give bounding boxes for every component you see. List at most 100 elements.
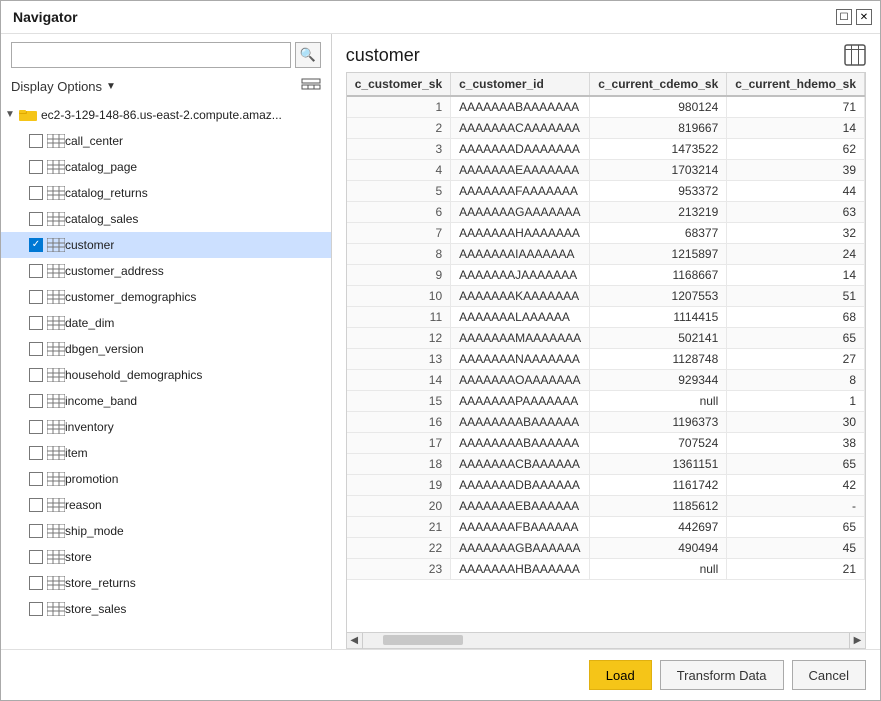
table-icon [47, 420, 65, 434]
table-body: 1AAAAAAABAAAAAAA980124712AAAAAAACAAAAAAA… [347, 96, 865, 580]
tree-item[interactable]: customer_address [1, 258, 331, 284]
tree-item[interactable]: call_center [1, 128, 331, 154]
table-row: 17AAAAAAAABAAAAAA70752438 [347, 433, 865, 454]
table-cell: AAAAAAAABAAAAAA [451, 412, 590, 433]
table-cell: 17 [347, 433, 451, 454]
tree-item-checkbox[interactable] [29, 446, 43, 460]
tree-item[interactable]: catalog_sales [1, 206, 331, 232]
tree-item[interactable]: promotion [1, 466, 331, 492]
horizontal-scrollbar[interactable]: ◀ ▶ [346, 633, 866, 649]
table-cell: 21 [727, 559, 865, 580]
tree-item-checkbox[interactable] [29, 394, 43, 408]
tree-item[interactable]: inventory [1, 414, 331, 440]
tree-item-checkbox[interactable] [29, 290, 43, 304]
table-view-icon[interactable] [301, 76, 321, 96]
tree-item-label: customer [65, 238, 114, 252]
table-cell: 4 [347, 160, 451, 181]
table-cell: 953372 [590, 181, 727, 202]
tree-item[interactable]: income_band [1, 388, 331, 414]
scroll-right-button[interactable]: ▶ [849, 633, 865, 649]
tree-item[interactable]: catalog_page [1, 154, 331, 180]
data-table: c_customer_sk c_customer_id c_current_cd… [347, 73, 865, 580]
table-row: 21AAAAAAAFBAAAAAA44269765 [347, 517, 865, 538]
table-icon [47, 160, 65, 174]
tree-item-checkbox[interactable] [29, 602, 43, 616]
tree-item[interactable]: date_dim [1, 310, 331, 336]
table-cell: AAAAAAADAAAAAAA [451, 139, 590, 160]
tree-item-checkbox[interactable] [29, 368, 43, 382]
tree-item-label: promotion [65, 472, 118, 486]
table-cell: AAAAAAAGBAAAAAA [451, 538, 590, 559]
table-cell: 502141 [590, 328, 727, 349]
table-row: 13AAAAAAANAAAAAAA112874827 [347, 349, 865, 370]
table-row: 9AAAAAAAJAAAAAAA116866714 [347, 265, 865, 286]
tree-item[interactable]: customer [1, 232, 331, 258]
tree-item-checkbox[interactable] [29, 498, 43, 512]
table-row: 3AAAAAAADAAAAAAA147352262 [347, 139, 865, 160]
tree-item[interactable]: store_sales [1, 596, 331, 622]
tree-item-checkbox[interactable] [29, 342, 43, 356]
table-cell: 45 [727, 538, 865, 559]
tree-item-checkbox[interactable] [29, 238, 43, 252]
tree-item-label: catalog_sales [65, 212, 138, 226]
tree-item-checkbox[interactable] [29, 472, 43, 486]
scroll-thumb[interactable] [383, 635, 463, 645]
tree-item[interactable]: reason [1, 492, 331, 518]
table-icon [47, 342, 65, 356]
tree-item-checkbox[interactable] [29, 316, 43, 330]
preview-icon[interactable] [844, 44, 866, 66]
tree-item-checkbox[interactable] [29, 134, 43, 148]
tree-item[interactable]: dbgen_version [1, 336, 331, 362]
table-cell: 62 [727, 139, 865, 160]
table-cell: 38 [727, 433, 865, 454]
tree-item[interactable]: customer_demographics [1, 284, 331, 310]
cancel-button[interactable]: Cancel [792, 660, 866, 690]
table-cell: AAAAAAABAAAAAAA [451, 96, 590, 118]
tree-item[interactable]: ship_mode [1, 518, 331, 544]
data-table-container[interactable]: c_customer_sk c_customer_id c_current_cd… [346, 72, 866, 633]
tree-item-checkbox[interactable] [29, 212, 43, 226]
table-cell: AAAAAAALAAAAAA [451, 307, 590, 328]
tree-item-label: date_dim [65, 316, 114, 330]
table-cell: 8 [347, 244, 451, 265]
search-button[interactable]: 🔍 [295, 42, 321, 68]
table-cell: 65 [727, 328, 865, 349]
table-row: 15AAAAAAAPAAAAAAAnull1 [347, 391, 865, 412]
scroll-left-button[interactable]: ◀ [347, 633, 363, 649]
table-cell: 12 [347, 328, 451, 349]
display-options-button[interactable]: Display Options ▼ [11, 79, 116, 94]
table-cell: AAAAAAANAAAAAAA [451, 349, 590, 370]
table-cell: 32 [727, 223, 865, 244]
window-controls: ☐ ✕ [836, 9, 872, 25]
tree-item-checkbox[interactable] [29, 264, 43, 278]
minimize-button[interactable]: ☐ [836, 9, 852, 25]
table-cell: 2 [347, 118, 451, 139]
tree-item[interactable]: store_returns [1, 570, 331, 596]
tree-item-checkbox[interactable] [29, 186, 43, 200]
search-input[interactable] [11, 42, 291, 68]
tree-item-checkbox[interactable] [29, 576, 43, 590]
tree-item-checkbox[interactable] [29, 550, 43, 564]
col-header-sk: c_customer_sk [347, 73, 451, 96]
tree-item-checkbox[interactable] [29, 160, 43, 174]
tree-item-checkbox[interactable] [29, 524, 43, 538]
table-cell: 39 [727, 160, 865, 181]
table-row: 10AAAAAAAKAAAAAAA120755351 [347, 286, 865, 307]
transform-data-button[interactable]: Transform Data [660, 660, 784, 690]
table-row: 20AAAAAAAEBAAAAAA1185612- [347, 496, 865, 517]
table-row: 23AAAAAAAHBAAAAAAnull21 [347, 559, 865, 580]
table-cell: 1 [347, 96, 451, 118]
tree-item[interactable]: store [1, 544, 331, 570]
tree-root[interactable]: ▼ ec2-3-129-148-86.us-east-2.compute.ama… [1, 102, 331, 128]
tree-item[interactable]: catalog_returns [1, 180, 331, 206]
table-cell: null [590, 559, 727, 580]
close-button[interactable]: ✕ [856, 9, 872, 25]
tree-item[interactable]: item [1, 440, 331, 466]
col-header-cdemo: c_current_cdemo_sk [590, 73, 727, 96]
table-cell: 1196373 [590, 412, 727, 433]
tree-item-checkbox[interactable] [29, 420, 43, 434]
table-row: 11AAAAAAALAAAAAA111441568 [347, 307, 865, 328]
load-button[interactable]: Load [589, 660, 652, 690]
tree-item[interactable]: household_demographics [1, 362, 331, 388]
left-panel: 🔍 Display Options ▼ [1, 34, 332, 649]
